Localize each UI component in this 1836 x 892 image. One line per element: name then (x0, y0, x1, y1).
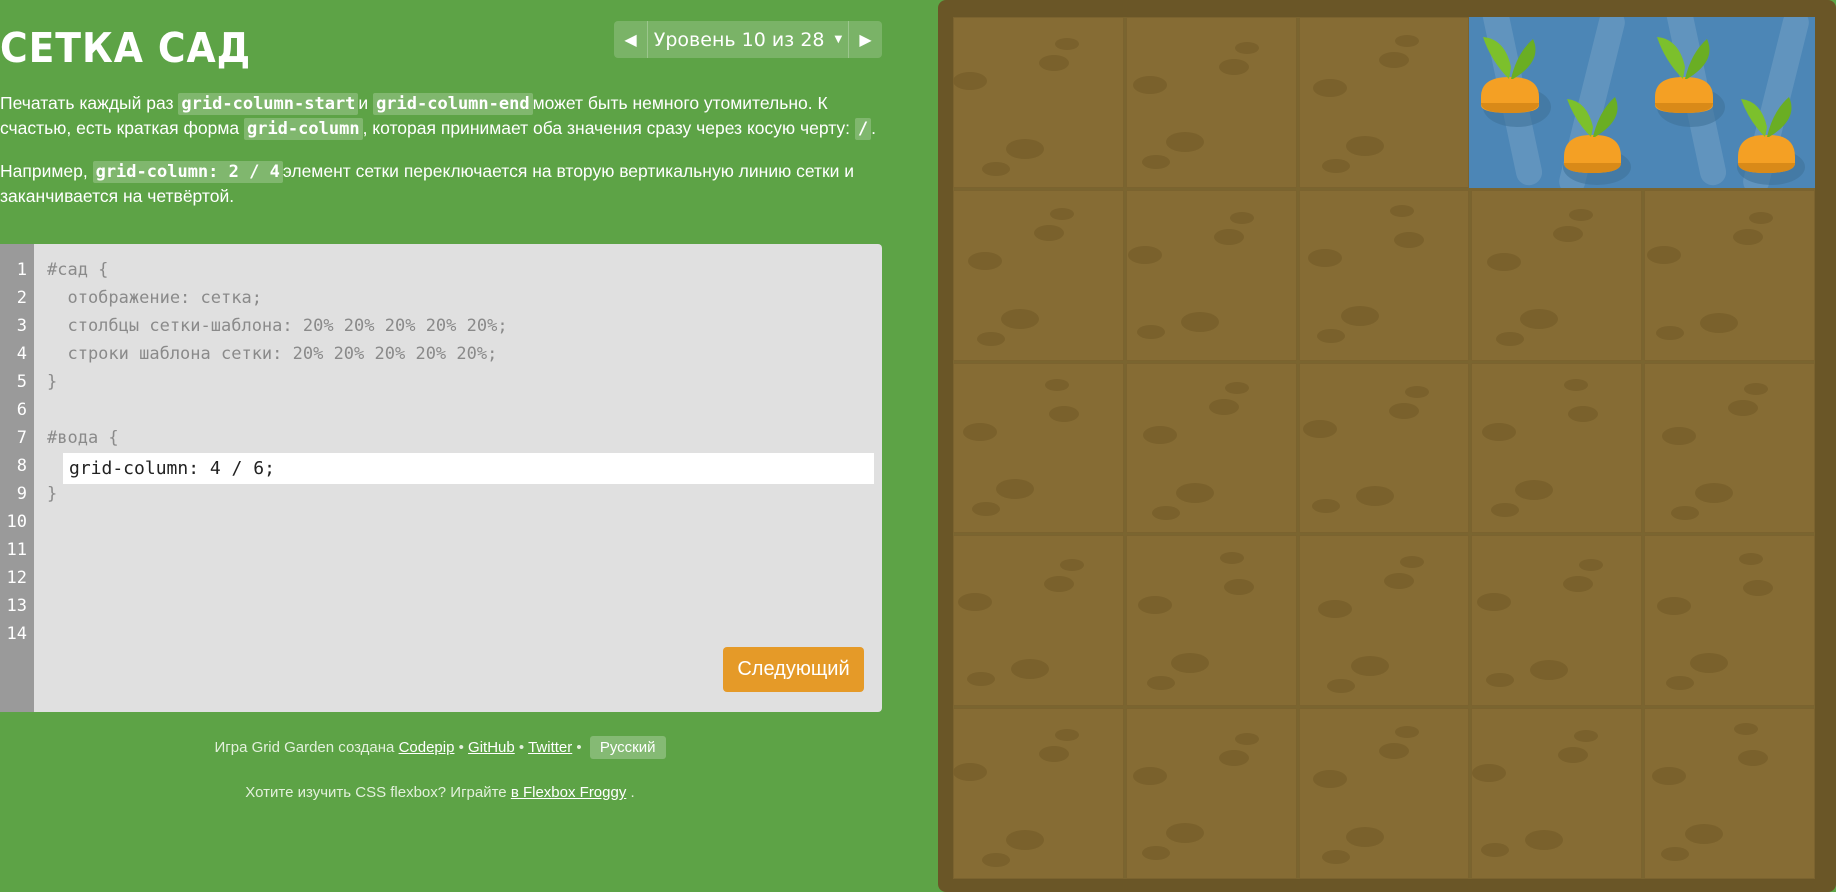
promo-text: . (626, 784, 635, 801)
instruction-text: и (358, 93, 374, 113)
soil-cell (1471, 362, 1643, 534)
flexbox-froggy-link[interactable]: в Flexbox Froggy (511, 784, 627, 801)
soil-cell (1298, 189, 1470, 361)
code-line: } (47, 372, 58, 392)
promo-text: Хотите изучить CSS flexbox? Играйте (245, 784, 511, 801)
line-number: 10 (6, 512, 27, 532)
previous-level-button[interactable]: ◀ (614, 21, 648, 58)
line-number: 1 (16, 260, 27, 280)
instruction-text: . (871, 118, 877, 138)
soil-cell (1644, 708, 1815, 879)
soil-cell (1125, 17, 1297, 188)
line-number: 7 (16, 428, 27, 448)
code-term: grid-column: 2 / 4 (92, 161, 283, 183)
line-number: 4 (16, 344, 27, 364)
soil-cell (953, 535, 1124, 707)
code-line: строки шаблона сетки: 20% 20% 20% 20% 20… (47, 344, 498, 364)
instructions-panel: СЕТКА САД ◀ Уровень 10 из 28 ▼ ▶ Печатат… (0, 0, 885, 892)
codepip-link[interactable]: Codepip (399, 739, 455, 756)
separator: • (572, 739, 586, 756)
code-term: grid-column (243, 118, 363, 140)
line-number: 8 (16, 456, 27, 476)
line-number: 11 (6, 540, 27, 560)
line-number: 13 (6, 596, 27, 616)
soil-cell (1644, 189, 1815, 361)
line-number-gutter: 1 2 3 4 5 6 7 8 9 10 11 12 13 14 (0, 244, 34, 712)
soil-cell (1644, 362, 1815, 534)
code-line: } (47, 484, 58, 504)
soil-cell (1125, 708, 1297, 879)
soil-cell (1298, 708, 1470, 879)
level-selector[interactable]: Уровень 10 из 28 ▼ (648, 21, 848, 58)
soil-cell (1644, 535, 1815, 707)
separator: • (454, 739, 469, 756)
line-number: 3 (16, 316, 27, 336)
soil-cell (953, 189, 1124, 361)
soil-cell (1471, 708, 1643, 879)
code-term: grid-column-end (373, 93, 533, 115)
line-number: 12 (6, 568, 27, 588)
github-link[interactable]: GitHub (468, 739, 515, 756)
instruction-paragraph: Печатать каждый раз grid-column-start и g… (0, 91, 885, 141)
line-number: 6 (16, 400, 27, 420)
example-paragraph: Например, grid-column: 2 / 4 элемент сетк… (0, 159, 885, 208)
soil-cell (1125, 189, 1297, 361)
soil-cell (1298, 362, 1470, 534)
water-area (1469, 17, 1815, 188)
twitter-link[interactable]: Twitter (528, 739, 572, 756)
soil-cell (1471, 189, 1643, 361)
triangle-left-icon: ◀ (624, 30, 637, 49)
carrot-icon (1481, 37, 1631, 185)
soil-cell (1298, 535, 1470, 707)
code-term: grid-column-start (178, 93, 359, 115)
code-term: / (854, 118, 872, 140)
soil-cell (1125, 362, 1297, 534)
code-line: столбцы сетки-шаблона: 20% 20% 20% 20% 2… (47, 316, 508, 336)
separator: • (514, 739, 529, 756)
next-button[interactable]: Следующий (723, 647, 864, 692)
soil-cell (1471, 535, 1643, 707)
level-navigator: ◀ Уровень 10 из 28 ▼ ▶ (614, 21, 882, 58)
soil-cell (1125, 535, 1297, 707)
line-number: 2 (16, 288, 27, 308)
credit-text: Игра Grid Garden создана (214, 739, 399, 756)
instruction-text: , которая принимает оба значения сразу ч… (362, 118, 855, 138)
soil-cell (953, 362, 1124, 534)
code-line: #вода { (47, 428, 119, 448)
soil-cell (953, 708, 1124, 879)
soil-cell (1298, 17, 1470, 188)
line-number: 9 (16, 484, 27, 504)
language-selector[interactable]: Русский (589, 736, 666, 759)
soil-cell (953, 17, 1124, 188)
triangle-right-icon: ▶ (859, 30, 872, 49)
code-line: отображение: сетка; (47, 288, 262, 308)
credits-footer: Игра Grid Garden создана Codepip • GitHu… (0, 736, 880, 759)
next-level-button[interactable]: ▶ (848, 21, 882, 58)
line-number: 5 (16, 372, 27, 392)
code-line: #сад { (47, 260, 109, 280)
css-editor: 1 2 3 4 5 6 7 8 9 10 11 12 13 14 #сад { … (0, 244, 882, 712)
instruction-text: Например, (0, 161, 93, 181)
water-tile (1643, 17, 1813, 188)
dropdown-caret-icon: ▼ (834, 34, 843, 45)
carrot-icon (1655, 37, 1805, 185)
level-label: Уровень 10 из 28 (653, 28, 825, 51)
css-answer-input[interactable] (63, 453, 874, 484)
instruction-text: Печатать каждый раз (0, 93, 179, 113)
water-tile (1469, 17, 1639, 188)
flexbox-promo: Хотите изучить CSS flexbox? Играйте в Fl… (0, 784, 880, 801)
page-title: СЕТКА САД (0, 24, 252, 72)
line-number: 14 (6, 624, 27, 644)
